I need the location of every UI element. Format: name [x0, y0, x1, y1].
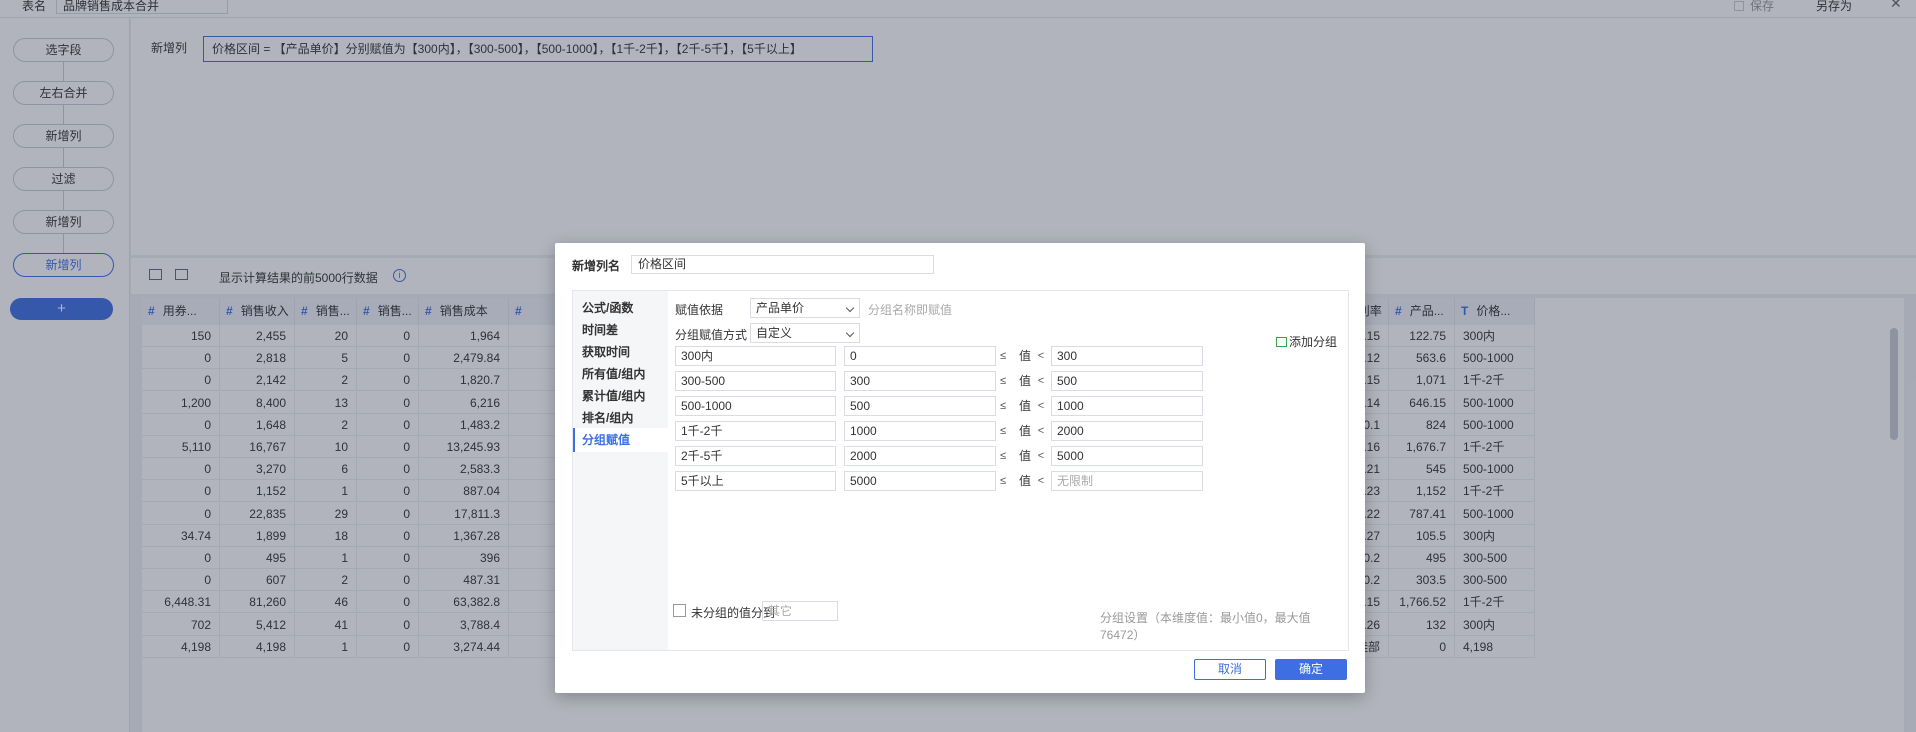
- menu-item-rank[interactable]: 排名/组内: [573, 406, 668, 430]
- group-name-input[interactable]: 500-1000: [675, 396, 836, 416]
- basis-select-value: 产品单价: [756, 301, 805, 315]
- function-menu: 公式/函数 时间差 获取时间 所有值/组内 累计值/组内 排名/组内 分组赋值: [573, 291, 668, 650]
- method-select[interactable]: 自定义: [750, 323, 860, 343]
- operator-select[interactable]: ≤: [996, 371, 1010, 391]
- group-max-input[interactable]: 5000: [1051, 446, 1203, 466]
- column-name-label: 新增列名: [572, 259, 621, 273]
- operator-select[interactable]: <: [1034, 446, 1048, 466]
- operator-select[interactable]: <: [1034, 396, 1048, 416]
- group-max-input[interactable]: 2000: [1051, 421, 1203, 441]
- chevron-down-icon: [845, 328, 855, 338]
- group-stats: 分组设置（本维度值：最小值0，最大值76472）: [1100, 611, 1311, 642]
- group-name-input[interactable]: 300-500: [675, 371, 836, 391]
- operator-select[interactable]: <: [1034, 346, 1048, 366]
- operator-select[interactable]: <: [1034, 371, 1048, 391]
- menu-item-get-time[interactable]: 获取时间: [573, 340, 668, 364]
- group-min-input[interactable]: 1000: [844, 421, 996, 441]
- new-column-dialog: 新增列名 价格区间 公式/函数 时间差 获取时间 所有值/组内 累计值/组内 排…: [555, 243, 1365, 693]
- group-max-input[interactable]: 1000: [1051, 396, 1203, 416]
- group-name-input[interactable]: 1千-2千: [675, 421, 836, 441]
- operator-select[interactable]: <: [1034, 471, 1048, 491]
- group-min-input[interactable]: 5000: [844, 471, 996, 491]
- column-name-input[interactable]: 价格区间: [631, 255, 934, 274]
- group-min-input[interactable]: 0: [844, 346, 996, 366]
- group-max-input[interactable]: 300: [1051, 346, 1203, 366]
- value-label: 值: [1019, 424, 1032, 438]
- group-name-input[interactable]: 2千-5千: [675, 446, 836, 466]
- config-panel: 公式/函数 时间差 获取时间 所有值/组内 累计值/组内 排名/组内 分组赋值 …: [572, 290, 1349, 651]
- ungrouped-input[interactable]: 其它: [762, 601, 838, 621]
- operator-select[interactable]: ≤: [996, 421, 1010, 441]
- basis-select[interactable]: 产品单价: [750, 298, 860, 318]
- operator-select[interactable]: <: [1034, 421, 1048, 441]
- value-label: 值: [1019, 449, 1032, 463]
- value-label: 值: [1019, 374, 1032, 388]
- group-max-input[interactable]: 500: [1051, 371, 1203, 391]
- value-label: 值: [1019, 399, 1032, 413]
- group-min-input[interactable]: 300: [844, 371, 996, 391]
- basis-label: 赋值依据: [675, 303, 724, 317]
- add-group-label: 添加分组: [1289, 335, 1338, 349]
- operator-select[interactable]: ≤: [996, 346, 1010, 366]
- method-label: 分组赋值方式: [675, 328, 748, 342]
- menu-item-formula[interactable]: 公式/函数: [573, 296, 668, 320]
- group-name-input[interactable]: 300内: [675, 346, 836, 366]
- group-min-input[interactable]: 500: [844, 396, 996, 416]
- ungrouped-checkbox[interactable]: [673, 604, 686, 617]
- add-group-button[interactable]: 添加分组: [1276, 333, 1337, 350]
- group-name-input[interactable]: 5千以上: [675, 471, 836, 491]
- basis-hint: 分组名称即赋值: [868, 303, 953, 317]
- confirm-button[interactable]: 确定: [1275, 659, 1347, 680]
- value-label: 值: [1019, 349, 1032, 363]
- operator-select[interactable]: ≤: [996, 446, 1010, 466]
- operator-select[interactable]: ≤: [996, 471, 1010, 491]
- menu-item-group-assign[interactable]: 分组赋值: [573, 428, 668, 452]
- menu-item-time-diff[interactable]: 时间差: [573, 318, 668, 342]
- group-min-input[interactable]: 2000: [844, 446, 996, 466]
- menu-item-all-values[interactable]: 所有值/组内: [573, 362, 668, 386]
- group-assign-pane: 赋值依据 产品单价 分组名称即赋值 分组赋值方式 自定义 添加分组 300内 0 ≤…: [668, 291, 1348, 650]
- menu-item-cumulative[interactable]: 累计值/组内: [573, 384, 668, 408]
- group-max-input[interactable]: 无限制: [1051, 471, 1203, 491]
- method-select-value: 自定义: [756, 326, 793, 340]
- operator-select[interactable]: ≤: [996, 396, 1010, 416]
- chevron-down-icon: [845, 303, 855, 313]
- cancel-button[interactable]: 取消: [1194, 659, 1266, 680]
- add-group-icon: [1276, 337, 1287, 347]
- value-label: 值: [1019, 474, 1032, 488]
